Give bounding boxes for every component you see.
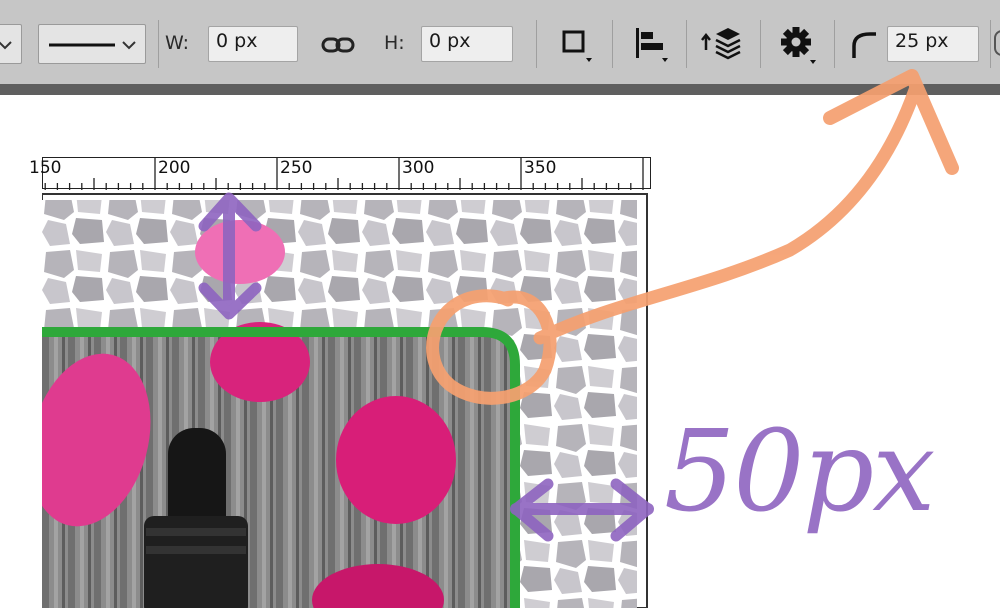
canvas-artwork bbox=[42, 193, 648, 608]
toolbar-separator bbox=[536, 20, 537, 68]
path-operations-icon[interactable] bbox=[558, 24, 594, 64]
toolbar-shadow bbox=[0, 84, 1000, 95]
stroke-type-dropdown[interactable] bbox=[38, 24, 146, 64]
toolbar-separator bbox=[158, 20, 159, 68]
ruler-label-250: 250 bbox=[280, 158, 313, 178]
petal bbox=[195, 220, 285, 284]
options-toolbar: W: 0 px H: 0 px 25 px bbox=[0, 0, 1000, 84]
ruler-label-300: 300 bbox=[402, 158, 435, 178]
dropdown-caret-icon bbox=[586, 58, 592, 62]
shape-mode-dropdown[interactable] bbox=[0, 24, 22, 64]
distance-annotation-label: 50px bbox=[664, 407, 935, 537]
gear-icon[interactable] bbox=[776, 22, 820, 66]
toolbar-separator bbox=[834, 20, 835, 68]
ruler-label-350: 350 bbox=[524, 158, 557, 178]
ruler-ticks bbox=[44, 158, 644, 190]
width-label: W: bbox=[165, 32, 190, 54]
toolbar-separator bbox=[760, 20, 761, 68]
document-canvas[interactable] bbox=[42, 190, 651, 608]
toolbar-separator bbox=[686, 20, 687, 68]
petal bbox=[336, 396, 456, 524]
chevron-down-icon bbox=[122, 41, 136, 50]
toolbar-separator bbox=[990, 20, 991, 68]
ruler-label-150: 150 bbox=[29, 158, 62, 178]
height-field[interactable]: 0 px bbox=[421, 26, 513, 62]
height-label: H: bbox=[384, 32, 405, 54]
link-icon[interactable] bbox=[320, 30, 356, 60]
horizontal-ruler: 150 200 250 300 350 bbox=[29, 157, 651, 190]
path-alignment-icon[interactable] bbox=[632, 24, 672, 64]
corner-radius-icon bbox=[852, 32, 876, 58]
width-field[interactable]: 0 px bbox=[208, 26, 298, 62]
stroke-line-icon bbox=[49, 41, 136, 50]
dropdown-caret-icon bbox=[662, 58, 668, 62]
corner-radius-field[interactable]: 25 px bbox=[887, 26, 979, 62]
dropdown-caret-icon bbox=[810, 60, 816, 64]
path-arrangement-icon[interactable] bbox=[700, 22, 744, 66]
toolbar-separator bbox=[612, 20, 613, 68]
ruler-label-200: 200 bbox=[158, 158, 191, 178]
chevron-down-icon bbox=[0, 41, 12, 50]
toolbar-overflow-icon[interactable] bbox=[994, 30, 1000, 56]
